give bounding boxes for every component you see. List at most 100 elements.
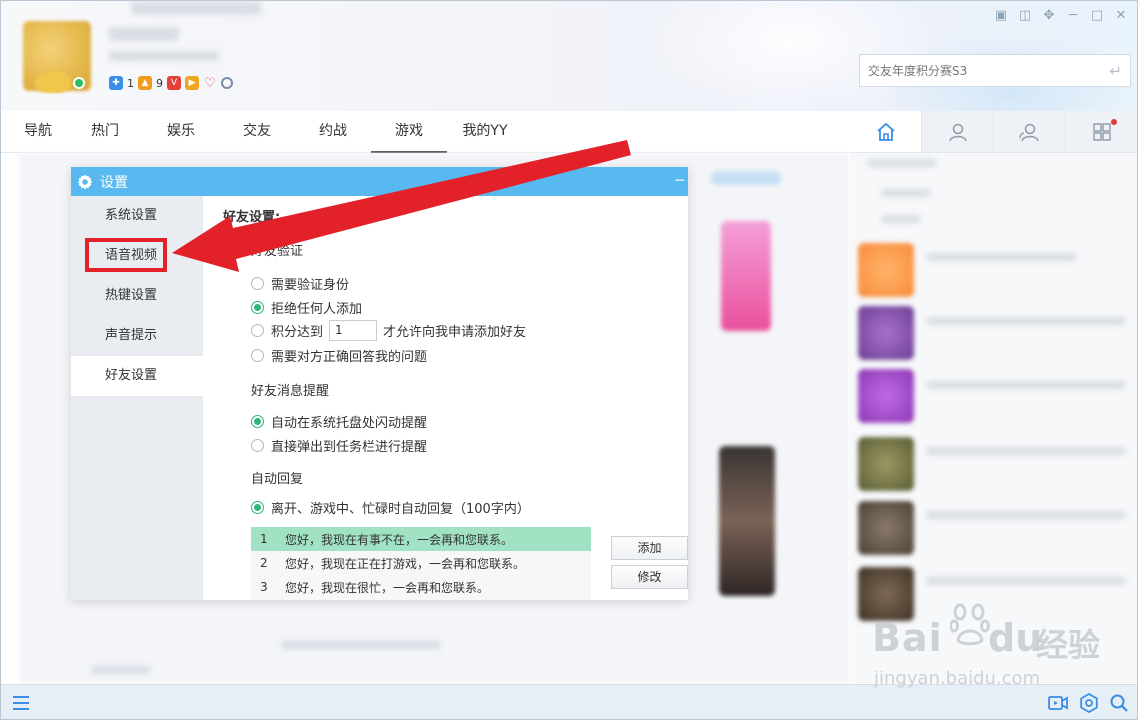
row-text: 您好，我现在很忙，一会再和您联系。 [285,580,490,595]
row-text: 您好，我现在正在打游戏，一会再和您联系。 [285,556,526,571]
sidebar-blurred-avatar-3 [858,369,914,423]
auto-reply-section-title: 自动回复 [251,472,304,487]
verify-option-reject-all[interactable]: 拒绝任何人添加 [251,298,362,317]
list-item[interactable]: 3 您好，我现在很忙，一会再和您联系。 [251,575,591,599]
apps-icon [1092,122,1111,141]
sidebar-tab-groups[interactable] [994,111,1066,152]
settings-menu: 系统设置 语音视频 热键设置 声音提示 好友设置 [71,196,203,600]
main-nav: 导航 热门 娱乐 交友 约战 游戏 我的YY [1,111,849,153]
sidebar-blurred-avatar [858,243,914,297]
window-controls: ▣ ◫ ✥ ─ □ ✕ [993,7,1129,23]
bottom-icons [1047,693,1129,713]
verify-option-identity[interactable]: 需要验证身份 [251,274,349,293]
sidebar-blurred-line-2 [926,317,1126,325]
home-icon [876,122,895,141]
blurred-thumbnail-2 [719,446,775,596]
radio-button[interactable] [251,349,264,362]
menu-item-sound[interactable]: 声音提示 [71,316,203,356]
panel-title: 好友设置: [223,210,281,225]
blurred-thumbnail [721,221,771,331]
header-blurred-text [131,1,261,15]
skin-icon[interactable]: ▣ [993,7,1009,23]
dialog-title: 设置 [100,174,128,191]
radio-button[interactable] [251,439,264,452]
settings-icon[interactable] [1079,693,1099,713]
tab-games[interactable]: 游戏 [371,111,447,153]
radio-button-checked[interactable] [251,501,264,514]
badge-count-2: 9 [156,76,163,90]
paw-icon [950,603,990,646]
sidebar-tabs [850,111,1137,153]
row-index: 3 [260,580,268,594]
blurred-strip [711,171,781,185]
reminder-option-taskbar[interactable]: 直接弹出到任务栏进行提醒 [251,436,427,455]
play-icon[interactable]: ▶ [185,76,199,90]
mini-icon[interactable]: ◫ [1017,7,1033,23]
verify-option-points[interactable]: 积分达到 1 才允许向我申请添加好友 [251,320,526,341]
auto-reply-option[interactable]: 离开、游戏中、忙碌时自动回复（100字内） [251,498,530,517]
reminder-option-tray[interactable]: 自动在系统托盘处闪动提醒 [251,412,427,431]
verify-option-question[interactable]: 需要对方正确回答我的问题 [251,346,427,365]
sidebar-blurred-text-2 [881,189,931,197]
online-status-dot [73,77,85,89]
notification-dot [1111,119,1117,125]
sidebar-blurred-line-3 [926,381,1126,389]
minimize-icon[interactable]: ─ [1065,7,1081,23]
blurred-text-2 [281,641,441,649]
menu-item-friends[interactable]: 好友设置 [71,356,203,396]
game-controller-icon[interactable]: ✚ [109,76,123,90]
enter-icon[interactable]: ↵ [1109,62,1122,80]
tab-battle[interactable]: 约战 [295,111,371,152]
verify-section-title: 好友验证 [251,244,304,259]
search-icon[interactable] [1109,693,1129,713]
radio-button-checked[interactable] [251,415,264,428]
dialog-minimize-button[interactable]: ─ [676,173,684,189]
option-label: 直接弹出到任务栏进行提醒 [271,440,428,455]
sidebar-blurred-text [867,159,937,167]
option-label: 需要验证身份 [271,278,350,293]
watermark-brand: Bai [872,616,943,660]
fire-icon[interactable]: ▲ [138,76,152,90]
heart-icon[interactable]: ♡ [203,76,217,90]
dialog-title-bar[interactable]: 设置 ─ [71,167,688,196]
pin-icon[interactable]: ✥ [1041,7,1057,23]
baidu-jingyan-watermark: Bai du 经验 jingyan.baidu.com [870,596,1110,696]
menu-item-system[interactable]: 系统设置 [71,196,203,236]
vip-icon[interactable]: V [167,76,181,90]
close-icon[interactable]: ✕ [1113,7,1129,23]
maximize-icon[interactable]: □ [1089,7,1105,23]
reminder-section-title: 好友消息提醒 [251,384,330,399]
main-menu-icon[interactable] [11,693,31,713]
sidebar-tab-apps[interactable] [1066,111,1137,152]
tab-nav[interactable]: 导航 [9,111,67,152]
menu-item-hotkeys[interactable]: 热键设置 [71,276,203,316]
sidebar-tab-friends[interactable] [922,111,994,152]
sidebar-blurred-line-4 [926,447,1126,455]
radio-button[interactable] [251,277,264,290]
friend-settings-panel: 好友设置: 好友验证 需要验证身份 拒绝任何人添加 积分达到 1 才允许向我申请… [203,196,688,600]
search-input[interactable] [860,55,1090,86]
add-button[interactable]: 添加 [611,536,688,560]
option-label: 需要对方正确回答我的问题 [271,350,428,365]
points-input[interactable]: 1 [329,320,378,341]
video-icon[interactable] [1047,693,1069,713]
ring-icon[interactable] [221,77,233,89]
person-icon [948,123,967,141]
blurred-text [91,666,151,674]
list-item[interactable]: 1 您好，我现在有事不在，一会再和您联系。 [251,527,591,551]
list-item[interactable]: 2 您好，我现在正在打游戏，一会再和您联系。 [251,551,591,575]
sidebar-blurred-avatar-2 [858,306,914,360]
search-box[interactable]: ↵ [859,54,1131,87]
sidebar-tab-home[interactable] [850,111,922,152]
tab-entertainment[interactable]: 娱乐 [143,111,219,152]
tab-my-yy[interactable]: 我的YY [447,111,523,152]
option-label: 离开、游戏中、忙碌时自动回复（100字内） [271,502,530,517]
radio-button-checked[interactable] [251,301,264,314]
row-index: 1 [260,532,268,546]
tab-dating[interactable]: 交友 [219,111,295,152]
tab-hot[interactable]: 热门 [67,111,143,152]
watermark-brand-2: du [988,616,1043,660]
sidebar-blurred-line-6 [926,577,1126,585]
radio-button[interactable] [251,324,264,337]
edit-button[interactable]: 修改 [611,565,688,589]
